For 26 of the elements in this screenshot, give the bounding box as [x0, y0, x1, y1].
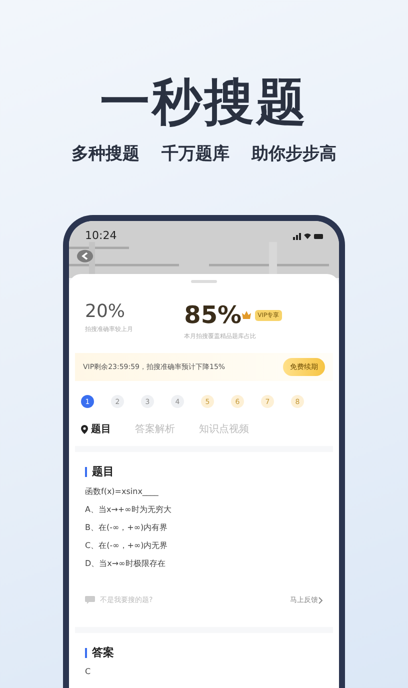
answer-option: C、在(-∞，+∞)内无界 — [85, 540, 323, 551]
headline: 一秒搜题 — [100, 74, 308, 130]
status-icons — [293, 232, 323, 240]
question-stem: 函数f(x)=xsinx____ — [85, 486, 160, 497]
tagline: 多种搜题 — [72, 143, 140, 165]
accent-bar — [85, 466, 87, 476]
stat-value: 85% — [184, 301, 242, 329]
tab[interactable]: 题目 — [81, 422, 111, 436]
answer-option: D、当x→∞时极限存在 — [85, 558, 323, 569]
tagline: 千万题库 — [162, 143, 230, 165]
tagline: 助你步步高 — [252, 143, 336, 165]
answer-option: B、在(-∞，+∞)内有界 — [85, 522, 323, 533]
chat-icon — [85, 596, 95, 604]
pin-icon — [81, 424, 88, 434]
crown-icon — [242, 311, 251, 319]
sheet-handle[interactable] — [191, 280, 217, 283]
status-time: 10:24 — [85, 229, 117, 242]
stat-value: 20% — [85, 301, 126, 322]
answer-text: C — [85, 667, 92, 676]
tab[interactable]: 知识点视频 — [199, 422, 249, 436]
accent-bar — [85, 648, 87, 658]
tab[interactable]: 答案解析 — [135, 422, 175, 436]
answer-option: A、当x→+∞时为无穷大 — [85, 504, 323, 515]
card-title: 答案 — [92, 645, 114, 660]
chevron-right-icon — [318, 596, 323, 604]
card-title: 题目 — [92, 464, 114, 479]
